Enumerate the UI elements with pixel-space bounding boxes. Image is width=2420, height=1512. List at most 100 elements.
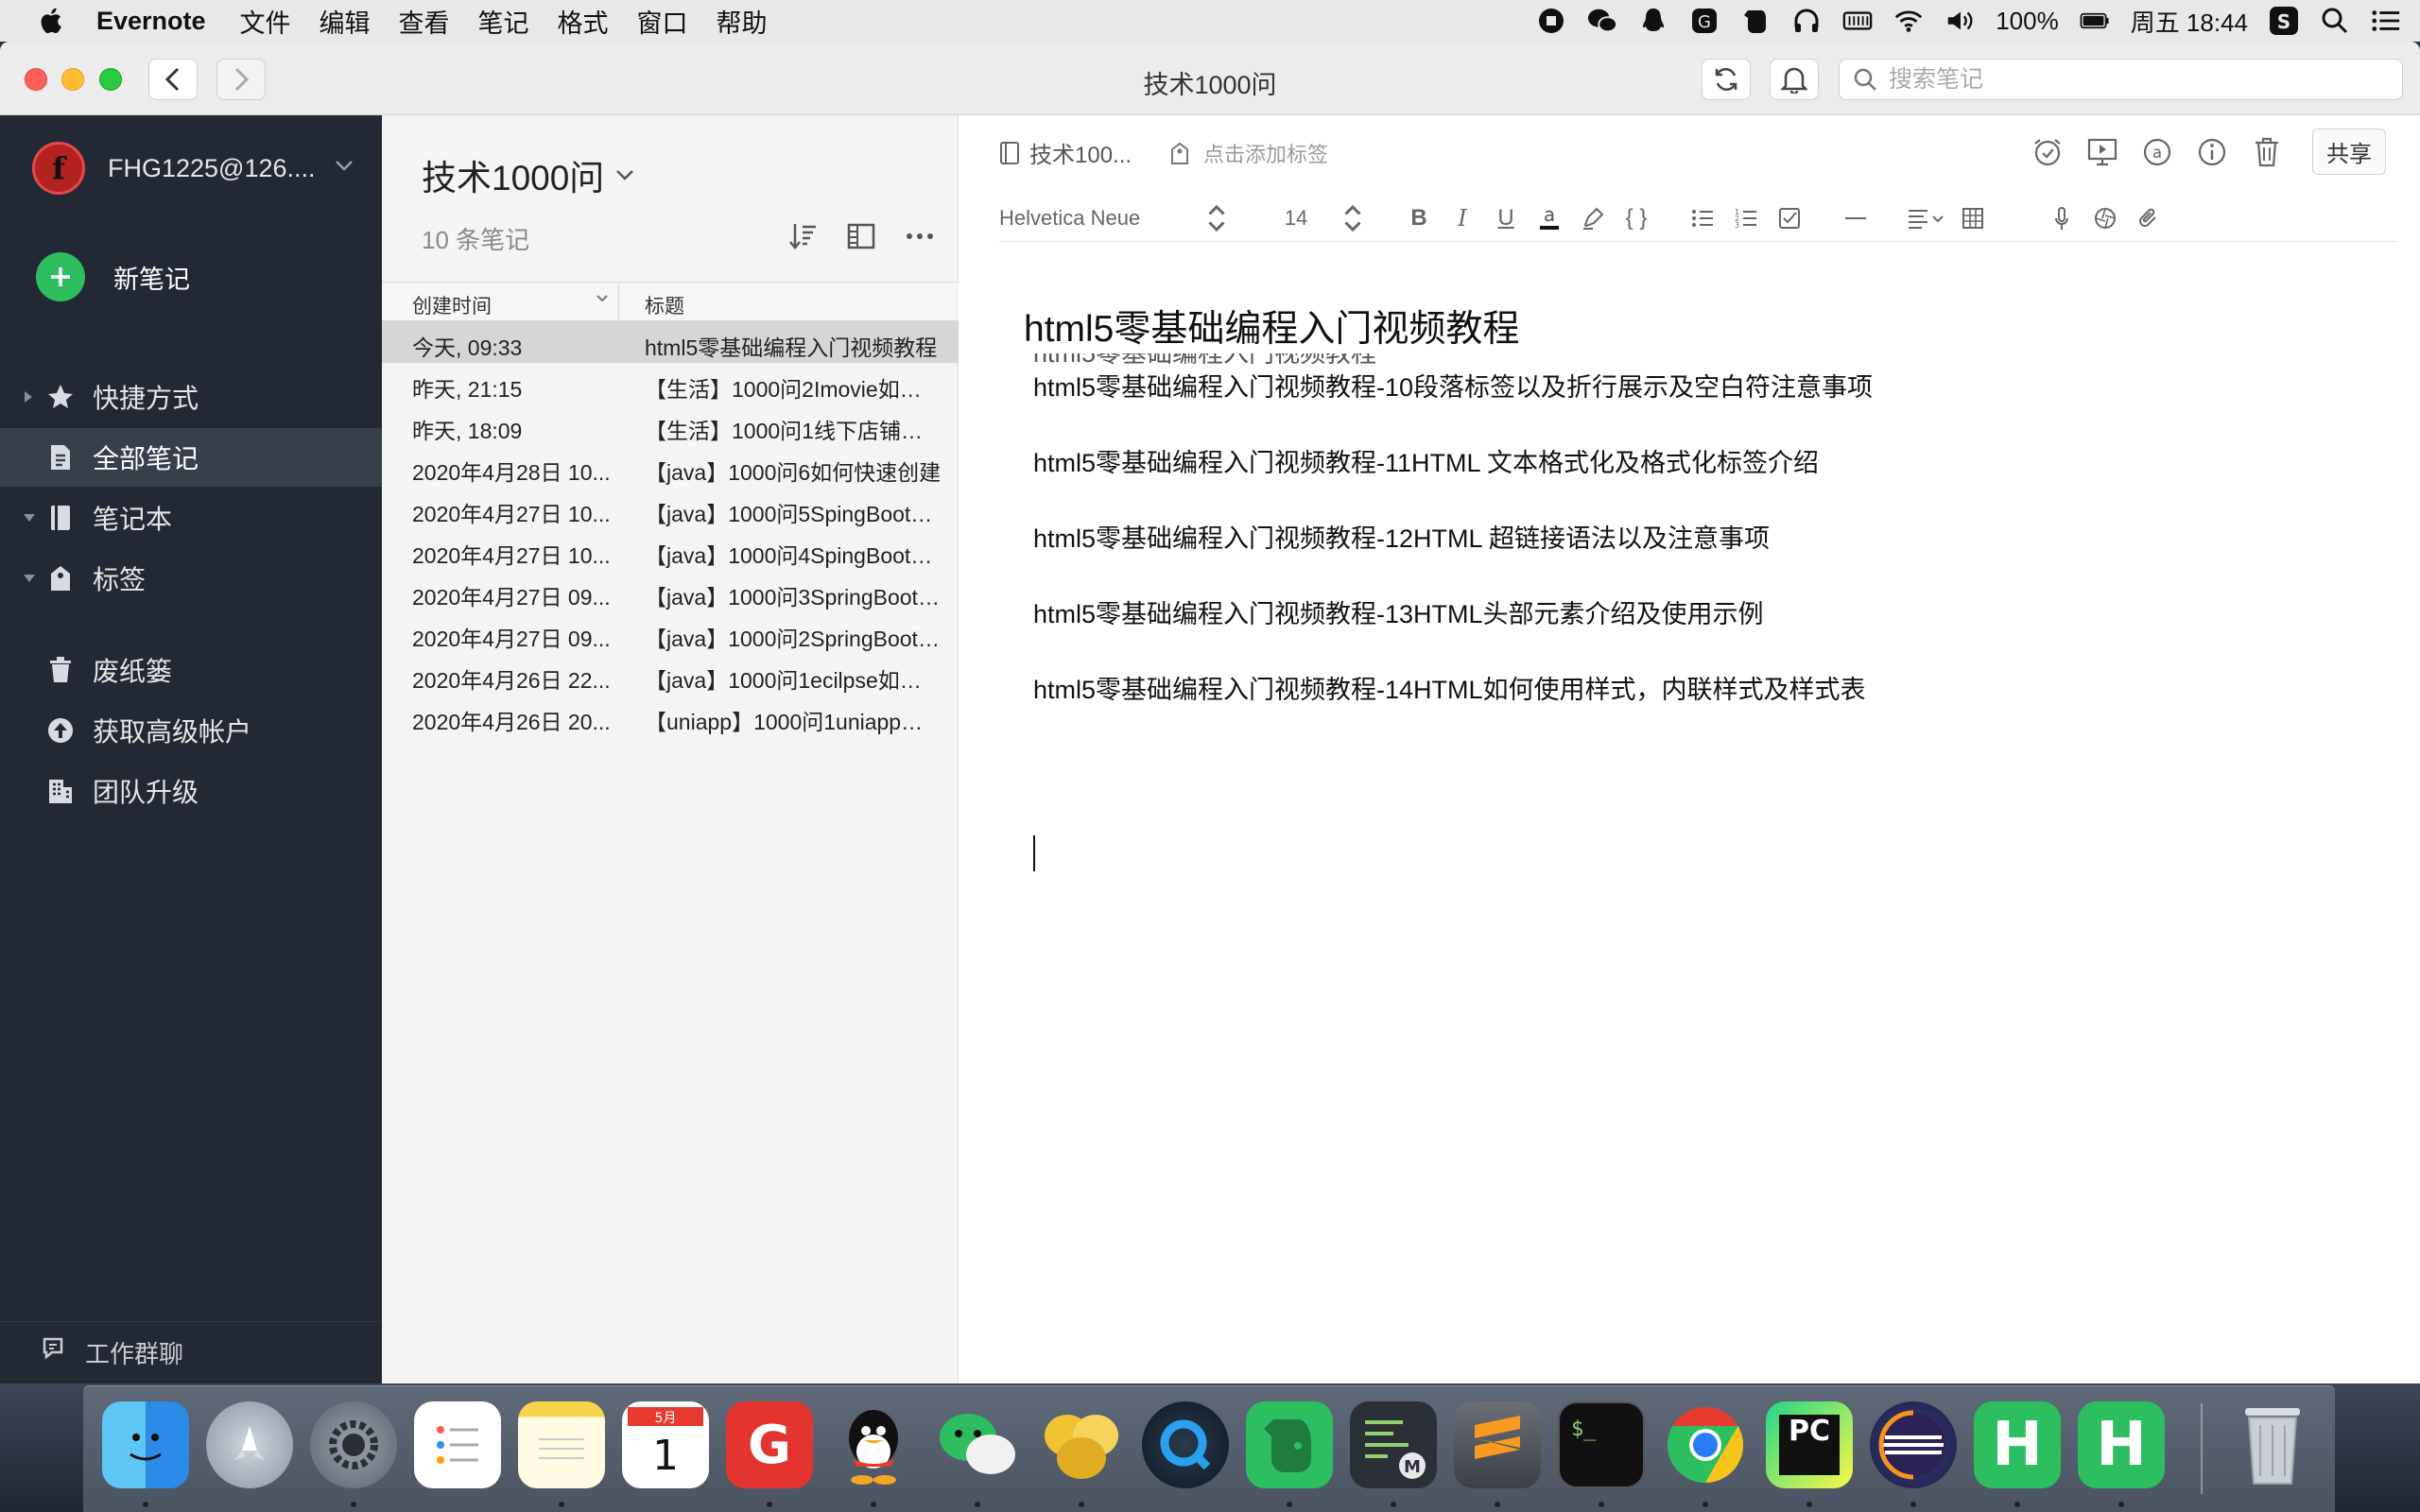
notification-center-icon[interactable] [2371, 6, 2401, 36]
hbuilder-icon[interactable]: H [1974, 1401, 2061, 1488]
sidebar-item-notebooks[interactable]: 笔记本 [0, 489, 382, 547]
forward-button[interactable] [216, 59, 266, 100]
info-icon[interactable] [2195, 135, 2229, 169]
sidebar-item-team-upgrade[interactable]: 团队升级 [0, 762, 382, 820]
table-row[interactable]: 2020年4月27日 09... 【java】1000问3SpringBoot入门 [382, 571, 959, 612]
menu-window[interactable]: 窗口 [637, 3, 688, 40]
microphone-icon[interactable] [2047, 201, 2077, 235]
battery-icon[interactable] [2080, 6, 2110, 36]
sidebar-item-shortcuts[interactable]: 快捷方式 [0, 368, 382, 426]
search-box[interactable] [1839, 59, 2403, 100]
sort-icon[interactable] [786, 219, 820, 253]
column-created[interactable]: 创建时间 [412, 291, 492, 319]
view-layout-icon[interactable] [844, 219, 878, 253]
table-row[interactable]: 2020年4月26日 22... 【java】1000问1ecilpse如何配置 [382, 654, 959, 696]
new-note-button[interactable]: 新笔记 [36, 252, 190, 301]
column-title[interactable]: 标题 [645, 291, 684, 319]
menu-edit[interactable]: 编辑 [320, 3, 371, 40]
quicktime-icon[interactable] [1142, 1401, 1229, 1488]
menu-app-name[interactable]: Evernote [96, 7, 206, 36]
menu-file[interactable]: 文件 [240, 3, 291, 40]
launchpad-icon[interactable] [206, 1401, 293, 1488]
attachment-icon[interactable] [2134, 201, 2164, 235]
apple-icon[interactable] [36, 5, 68, 37]
system-preferences-icon[interactable] [310, 1401, 397, 1488]
search-input[interactable] [1889, 65, 2380, 94]
trash-icon[interactable] [2229, 1401, 2316, 1488]
numbered-list-icon[interactable]: 123 [1731, 201, 1761, 235]
font-size-select[interactable]: 14 [1268, 201, 1324, 235]
table-row[interactable]: 昨天, 18:09 【生活】1000问1线下店铺如何 [382, 404, 959, 446]
align-icon[interactable] [1907, 201, 1945, 235]
stepper-icon[interactable] [1201, 201, 1232, 235]
table-icon[interactable] [1958, 201, 1988, 235]
sync-button[interactable] [1702, 59, 1751, 100]
wifi-icon[interactable] [1893, 6, 1924, 36]
code-block-icon[interactable]: { } [1621, 201, 1651, 235]
clock[interactable]: 周五 18:44 [2131, 4, 2248, 39]
share-button[interactable]: 共享 [2312, 129, 2386, 175]
reminders-button[interactable] [1770, 59, 1819, 100]
sublime-text-icon[interactable] [1454, 1401, 1541, 1488]
menu-note[interactable]: 笔记 [478, 3, 529, 40]
table-row[interactable]: 2020年4月27日 09... 【java】1000问2SpringBoot入门 [382, 612, 959, 654]
terminal-icon[interactable]: $_ [1558, 1401, 1645, 1488]
disclosure-down-icon[interactable] [23, 573, 36, 584]
table-row[interactable]: 2020年4月28日 10... 【java】1000问6如何快速创建 [382, 446, 959, 488]
pycharm-icon[interactable]: PC [1766, 1401, 1853, 1488]
calendar-icon[interactable]: 5月 1 [622, 1401, 709, 1488]
italic-icon[interactable]: I [1447, 201, 1478, 235]
checklist-icon[interactable] [1774, 201, 1805, 235]
volume-icon[interactable] [1945, 6, 1975, 36]
hbuilderx-icon[interactable]: H [2078, 1401, 2165, 1488]
window-minimize-button[interactable] [61, 68, 84, 91]
eclipse-icon[interactable] [1870, 1401, 1957, 1488]
table-row[interactable]: 昨天, 21:15 【生活】1000问2Imovie如何使用 [382, 363, 959, 404]
disclosure-right-icon[interactable] [23, 390, 34, 404]
bold-icon[interactable]: B [1404, 201, 1434, 235]
camera-shutter-icon[interactable] [2090, 201, 2120, 235]
column-resize-handle[interactable] [618, 283, 619, 322]
window-zoom-button[interactable] [99, 68, 122, 91]
evernote-icon[interactable] [1246, 1401, 1333, 1488]
highlight-icon[interactable] [1578, 201, 1608, 235]
wechat-icon[interactable] [1587, 6, 1618, 36]
sidebar-item-upgrade[interactable]: 获取高级帐户 [0, 701, 382, 760]
account-switcher[interactable]: f FHG1225@126.... [32, 142, 354, 195]
sublime-status-icon[interactable]: S [2269, 6, 2299, 36]
sidebar-item-tags[interactable]: 标签 [0, 549, 382, 608]
bullet-list-icon[interactable] [1687, 201, 1718, 235]
disclosure-down-icon[interactable] [23, 512, 36, 524]
note-notebook-selector[interactable]: 技术100... [1029, 136, 1132, 169]
spotlight-icon[interactable] [2320, 6, 2350, 36]
notes-icon[interactable] [518, 1401, 605, 1488]
table-row[interactable]: 2020年4月27日 10... 【java】1000问5SpingBoot入门 [382, 488, 959, 529]
underline-icon[interactable]: U [1491, 201, 1521, 235]
qq-icon[interactable] [1638, 6, 1668, 36]
sidebar-item-trash[interactable]: 废纸篓 [0, 641, 382, 699]
horizontal-rule-icon[interactable] [1841, 201, 1871, 235]
table-row[interactable]: 2020年4月27日 10... 【java】1000问4SpingBoot入门 [382, 529, 959, 571]
gitee-icon[interactable]: G [726, 1401, 813, 1488]
stepper-icon[interactable] [1338, 201, 1368, 235]
wechat-icon[interactable] [934, 1401, 1021, 1488]
menu-format[interactable]: 格式 [558, 3, 609, 40]
window-close-button[interactable] [25, 68, 47, 91]
notebook-title-dropdown[interactable]: 技术1000问 [422, 149, 634, 200]
headphones-icon[interactable] [1791, 6, 1822, 36]
table-row[interactable]: 今天, 09:33 html5零基础编程入门视频教程 [382, 321, 959, 363]
app-g-icon[interactable]: G [1689, 6, 1720, 36]
chrome-icon[interactable] [1662, 1401, 1749, 1488]
trash-icon[interactable] [2250, 135, 2284, 169]
table-row[interactable]: 2020年4月26日 20... 【uniapp】1000问1uniapp入门 [382, 696, 959, 737]
cornerstone-icon[interactable] [1038, 1401, 1125, 1488]
add-tag-input[interactable]: 点击添加标签 [1203, 138, 1328, 168]
work-chat-button[interactable]: 工作群聊 [0, 1321, 382, 1383]
note-title[interactable]: html5零基础编程入门视频教程 [1024, 300, 1519, 352]
menu-view[interactable]: 查看 [399, 3, 450, 40]
finder-icon[interactable] [102, 1401, 189, 1488]
present-icon[interactable] [2085, 135, 2119, 169]
mention-icon[interactable]: a [2140, 135, 2174, 169]
alarm-icon[interactable] [2031, 135, 2065, 169]
stop-icon[interactable] [1536, 6, 1566, 36]
